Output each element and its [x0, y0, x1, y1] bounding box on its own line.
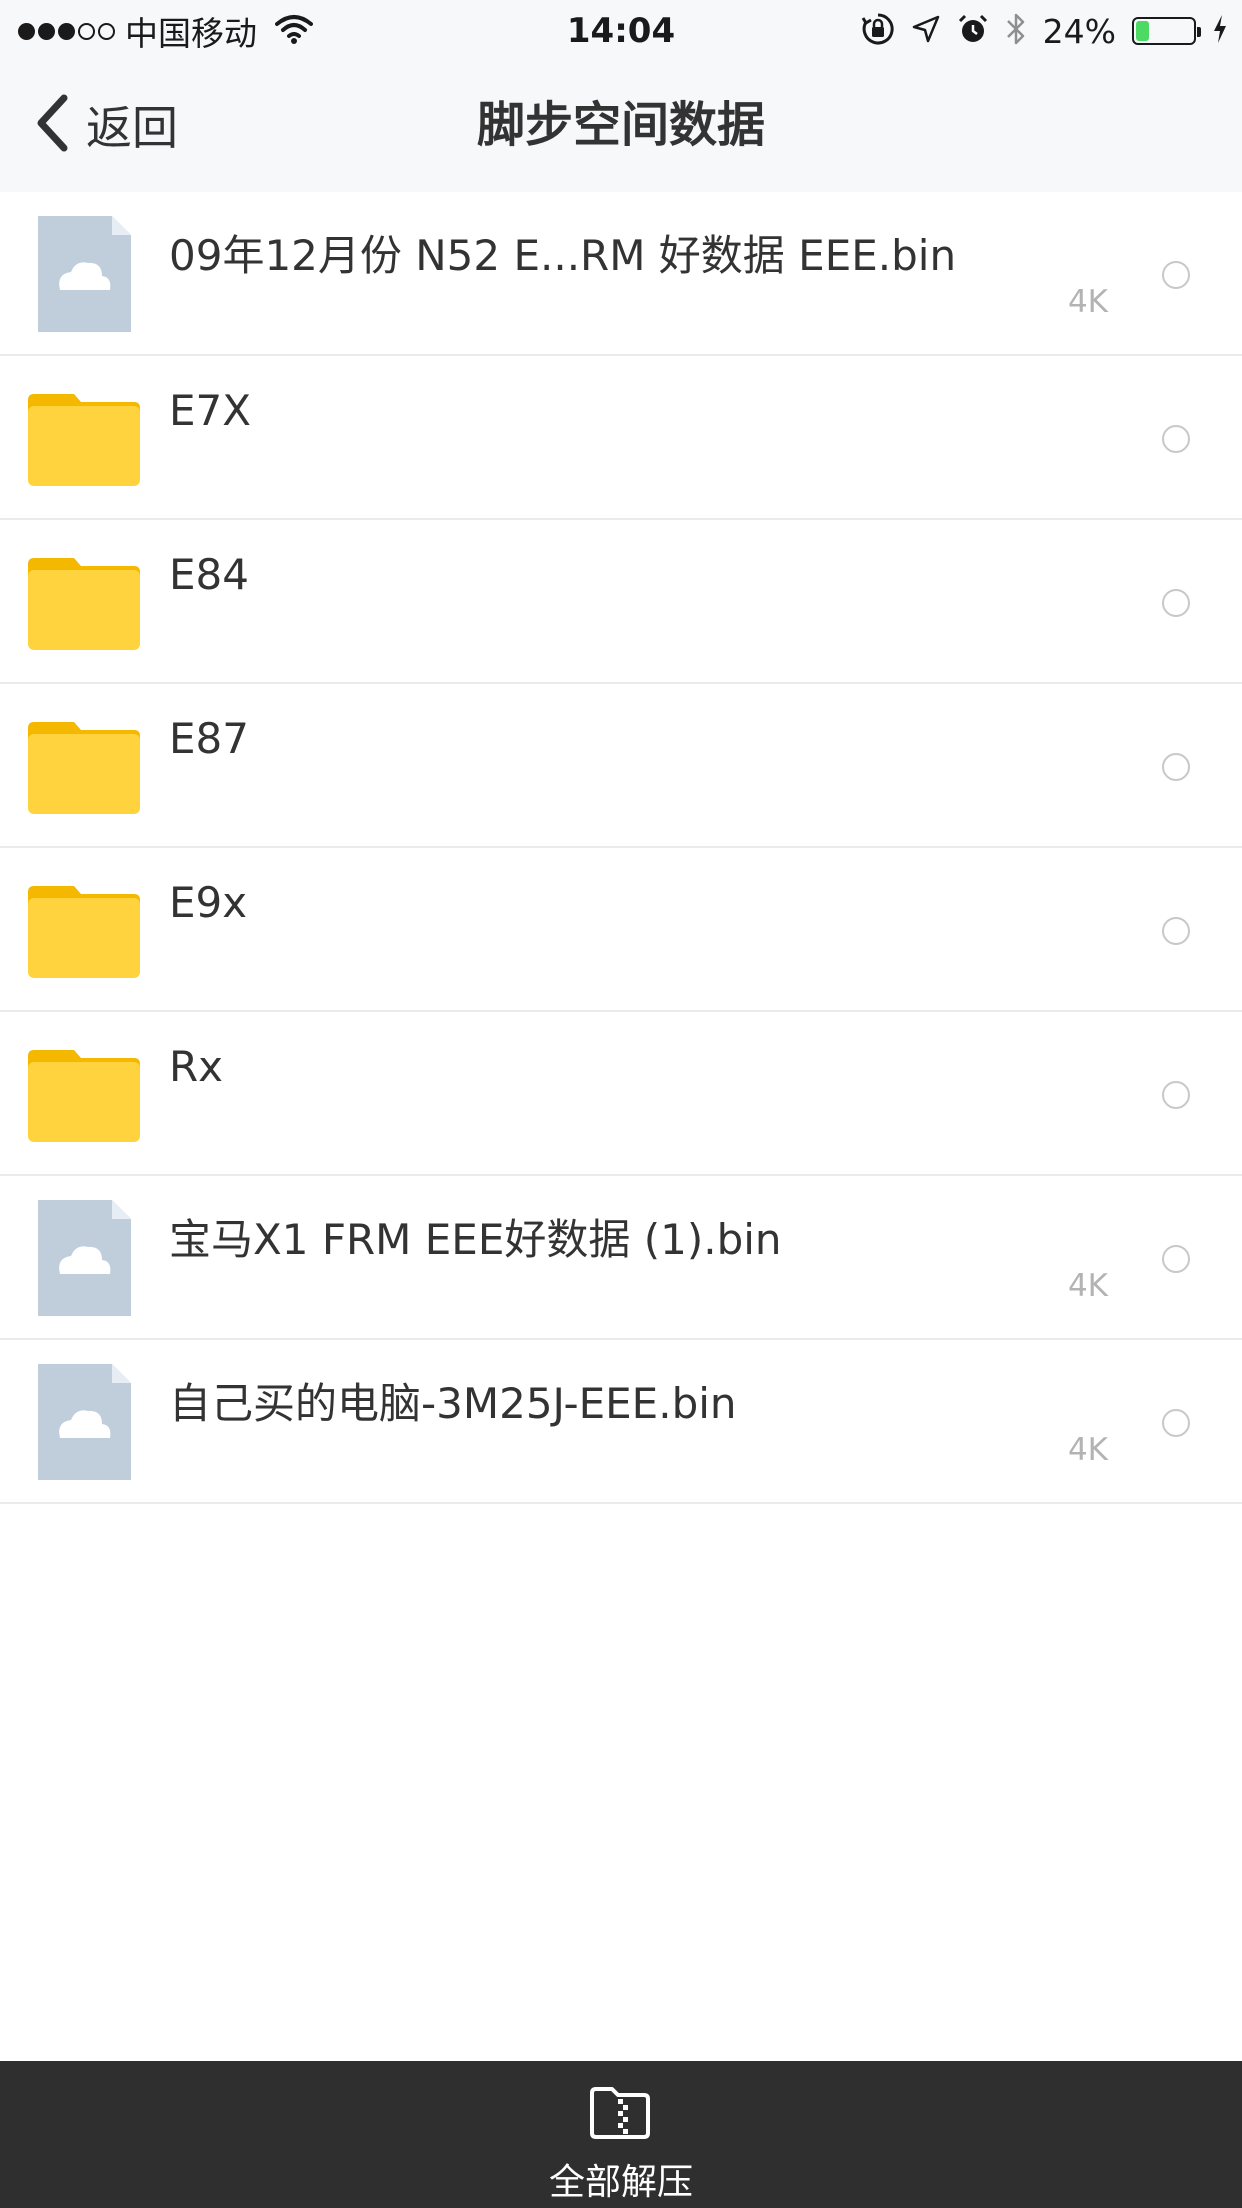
battery-percent: 24% — [1042, 11, 1116, 51]
navigation-bar: 返回 脚步空间数据 — [0, 62, 1242, 192]
folder-icon — [26, 380, 142, 496]
file-row[interactable]: 宝马X1 FRM EEE好数据 (1).bin 4K — [0, 1176, 1242, 1340]
item-name: 自己买的电脑-3M25J-EEE.bin — [169, 1379, 737, 1428]
status-bar: 中国移动 14:04 24% — [0, 0, 1242, 62]
cloud-file-icon — [26, 1200, 142, 1316]
select-radio[interactable] — [1162, 589, 1190, 617]
zip-folder-icon — [588, 2085, 652, 2145]
page-title: 脚步空间数据 — [476, 97, 765, 153]
item-name: E87 — [169, 714, 249, 763]
folder-row[interactable]: Rx — [0, 1012, 1242, 1176]
extract-all-label: 全部解压 — [548, 2162, 693, 2203]
battery-cap — [1197, 27, 1201, 37]
select-radio[interactable] — [1162, 261, 1190, 289]
cloud-file-icon — [26, 1364, 142, 1480]
folder-row[interactable]: E9x — [0, 848, 1242, 1012]
folder-icon — [26, 544, 142, 660]
item-name: E84 — [169, 550, 249, 599]
item-size: 4K — [1067, 1432, 1108, 1468]
file-row[interactable]: 自己买的电脑-3M25J-EEE.bin 4K — [0, 1340, 1242, 1504]
battery-level-fill — [1136, 21, 1149, 41]
bottom-toolbar: 全部解压 — [0, 2061, 1242, 2208]
select-radio[interactable] — [1162, 1245, 1190, 1273]
status-bar-right: 24% — [861, 8, 1228, 54]
select-radio[interactable] — [1162, 1081, 1190, 1109]
folder-icon — [26, 872, 142, 988]
item-name: Rx — [169, 1042, 224, 1091]
select-radio[interactable] — [1162, 753, 1190, 781]
select-radio[interactable] — [1162, 917, 1190, 945]
select-radio[interactable] — [1162, 425, 1190, 453]
folder-row[interactable]: E87 — [0, 684, 1242, 848]
orientation-lock-icon — [861, 12, 895, 50]
item-name: 09年12月份 N52 E...RM 好数据 EEE.bin — [169, 231, 957, 280]
file-list: 09年12月份 N52 E...RM 好数据 EEE.bin 4K E7X E84 E8… — [0, 192, 1242, 1504]
alarm-clock-icon — [957, 13, 989, 49]
folder-icon — [26, 708, 142, 824]
folder-row[interactable]: E7X — [0, 356, 1242, 520]
item-name: 宝马X1 FRM EEE好数据 (1).bin — [169, 1215, 782, 1264]
folder-icon — [26, 1036, 142, 1152]
location-arrow-icon — [911, 14, 941, 48]
item-name: E7X — [169, 386, 252, 435]
cloud-file-icon — [26, 216, 142, 332]
bluetooth-icon — [1005, 11, 1027, 51]
item-name: E9x — [169, 878, 248, 927]
charging-bolt-icon — [1212, 14, 1228, 48]
select-radio[interactable] — [1162, 1409, 1190, 1437]
extract-all-button[interactable]: 全部解压 — [0, 2061, 1242, 2208]
folder-row[interactable]: E84 — [0, 520, 1242, 684]
file-row[interactable]: 09年12月份 N52 E...RM 好数据 EEE.bin 4K — [0, 192, 1242, 356]
item-size: 4K — [1067, 1268, 1108, 1304]
item-size: 4K — [1067, 284, 1108, 320]
battery-icon — [1132, 17, 1201, 45]
